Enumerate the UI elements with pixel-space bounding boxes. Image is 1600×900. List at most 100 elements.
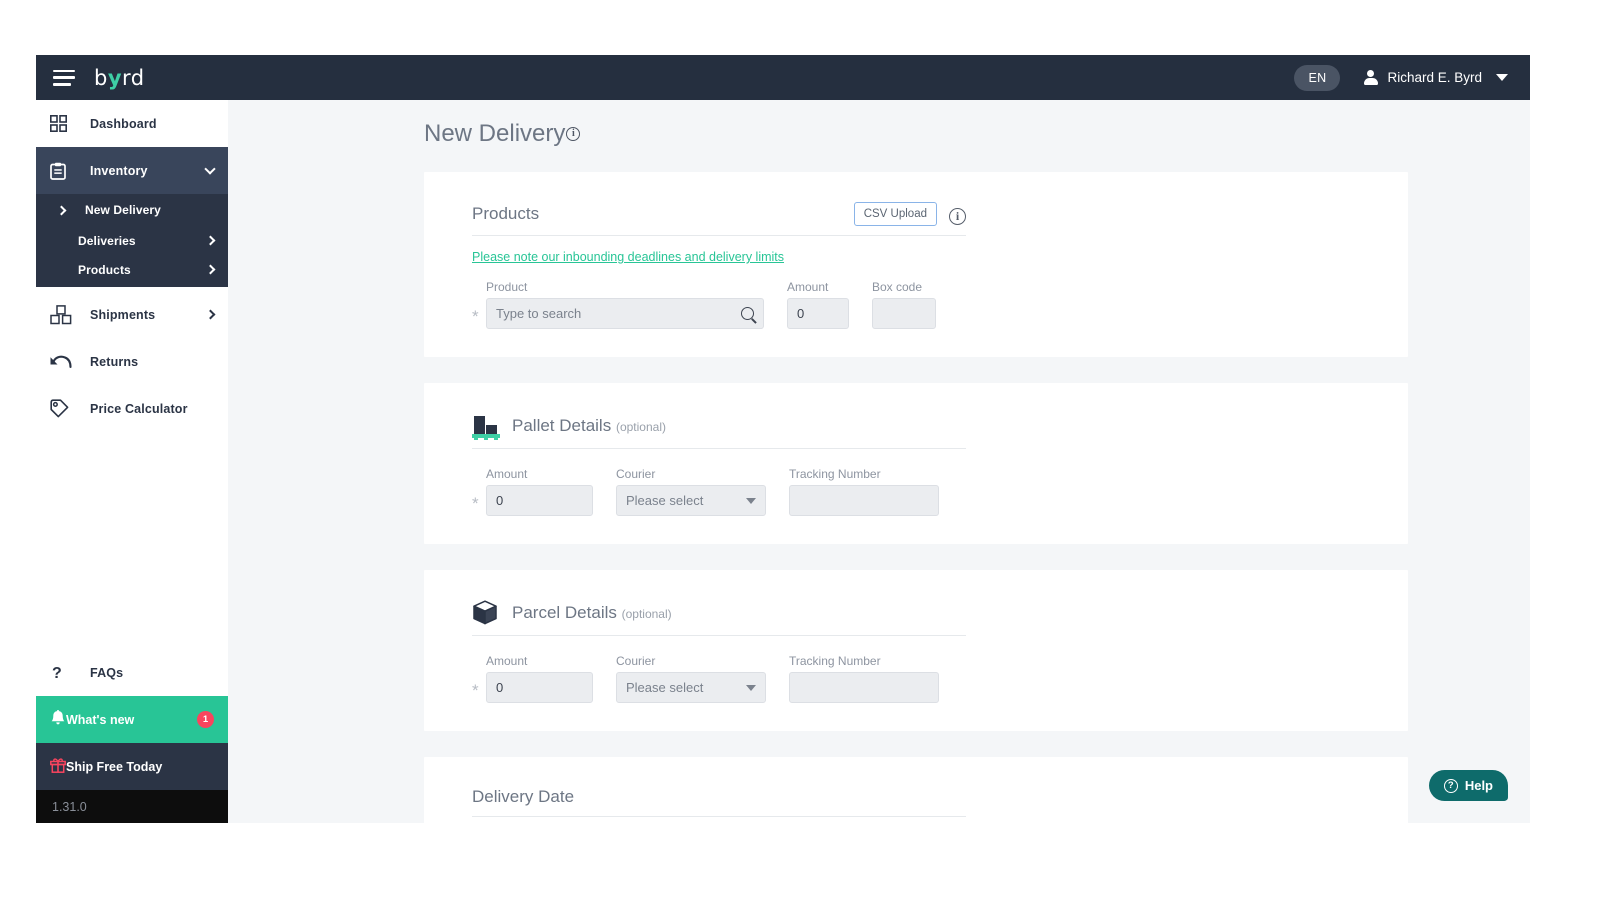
sidebar-subitem-label: Deliveries: [78, 234, 136, 248]
sidebar: Dashboard Inventory New Delivery Deliver…: [36, 100, 228, 823]
required-marker: *: [472, 308, 486, 325]
parcel-header: Parcel Details (optional): [472, 600, 966, 636]
parcel-details-card: Parcel Details (optional) * Amount 0 Cou…: [424, 570, 1408, 731]
delivery-date-header: Delivery Date: [472, 787, 966, 817]
required-marker: *: [472, 495, 486, 512]
clipboard-icon: [50, 162, 76, 180]
courier-select[interactable]: Please select: [616, 485, 766, 516]
chevron-down-icon: [746, 685, 756, 691]
required-marker: *: [472, 682, 486, 699]
brand-logo[interactable]: byrd: [94, 66, 145, 90]
boxes-icon: [50, 305, 76, 325]
pallet-heading: Pallet Details (optional): [512, 416, 666, 436]
csv-upload-button[interactable]: CSV Upload: [854, 202, 937, 226]
parcel-heading-text: Parcel Details: [512, 603, 617, 622]
pallet-header: Pallet Details (optional): [472, 413, 966, 449]
chevron-down-icon[interactable]: [206, 165, 214, 177]
sidebar-item-inventory[interactable]: Inventory: [36, 147, 228, 194]
grid-icon: [50, 115, 76, 132]
avatar-person-icon: [1363, 70, 1378, 85]
amount-input[interactable]: 0: [486, 672, 593, 703]
brand-text-before: b: [94, 66, 108, 90]
sidebar-item-shipments[interactable]: Shipments: [36, 291, 228, 338]
sidebar-item-label: Ship Free Today: [66, 760, 162, 774]
sidebar-item-faqs[interactable]: ? FAQs: [36, 649, 228, 696]
sidebar-item-label: Shipments: [90, 308, 155, 322]
pallet-tracking-field: Tracking Number: [789, 467, 939, 516]
sidebar-item-dashboard[interactable]: Dashboard: [36, 100, 228, 147]
sidebar-item-label: Dashboard: [90, 117, 157, 131]
amount-input[interactable]: 0: [787, 298, 849, 329]
page-title: New Delivery i: [424, 120, 1530, 148]
inbounding-deadlines-link[interactable]: Please note our inbounding deadlines and…: [472, 250, 784, 264]
notification-badge: 1: [197, 711, 214, 728]
courier-select-value: Please select: [626, 493, 703, 508]
product-search-placeholder: Type to search: [496, 306, 581, 321]
tracking-number-input[interactable]: [789, 485, 939, 516]
tracking-number-input[interactable]: [789, 672, 939, 703]
products-card: Products CSV Upload i Please note our in…: [424, 172, 1408, 357]
help-button-label: Help: [1465, 778, 1493, 793]
chevron-right-icon: [58, 203, 65, 217]
product-label: Product: [486, 280, 764, 294]
info-icon[interactable]: i: [949, 208, 966, 225]
chevron-down-icon: [746, 498, 756, 504]
sidebar-submenu-inventory: New Delivery Deliveries Products: [36, 194, 228, 287]
sidebar-item-new-delivery[interactable]: New Delivery: [36, 194, 228, 225]
sidebar-item-deliveries[interactable]: Deliveries: [36, 225, 228, 256]
info-icon[interactable]: i: [566, 127, 580, 141]
amount-label: Amount: [486, 467, 593, 481]
products-heading: Products: [472, 204, 539, 224]
chevron-right-icon[interactable]: [207, 311, 214, 318]
brand-text-after: rd: [122, 66, 145, 90]
question-circle-icon: ?: [1444, 779, 1458, 793]
sidebar-subitem-label: Products: [78, 263, 131, 277]
courier-label: Courier: [616, 654, 766, 668]
parcel-amount-field: Amount 0: [486, 654, 593, 703]
parcel-optional-label: (optional): [622, 607, 672, 621]
help-button[interactable]: ? Help: [1429, 770, 1508, 801]
sidebar-item-price-calculator[interactable]: Price Calculator: [36, 385, 228, 432]
tag-icon: [50, 399, 76, 418]
pallet-heading-text: Pallet Details: [512, 416, 611, 435]
sidebar-item-label: Inventory: [90, 164, 148, 178]
product-search-input[interactable]: Type to search: [486, 298, 764, 329]
page-title-text: New Delivery: [424, 120, 565, 148]
product-field-row: * Product Type to search Amount 0 Box co…: [472, 280, 1360, 329]
chevron-down-icon[interactable]: [1496, 74, 1508, 81]
search-icon[interactable]: [741, 307, 754, 320]
app-version: 1.31.0: [36, 790, 228, 823]
parcel-tracking-field: Tracking Number: [789, 654, 939, 703]
undo-arrow-icon: [50, 354, 76, 370]
svg-text:?: ?: [52, 665, 62, 682]
box-code-input[interactable]: [872, 298, 936, 329]
hamburger-menu-icon[interactable]: [53, 70, 75, 86]
gift-icon: [50, 757, 66, 776]
delivery-date-heading: Delivery Date: [472, 787, 574, 807]
parcel-heading: Parcel Details (optional): [512, 603, 672, 623]
courier-select-value: Please select: [626, 680, 703, 695]
pallet-optional-label: (optional): [616, 420, 666, 434]
pallet-details-card: Pallet Details (optional) * Amount 0 Cou…: [424, 383, 1408, 544]
amount-input[interactable]: 0: [486, 485, 593, 516]
tracking-number-label: Tracking Number: [789, 654, 939, 668]
sidebar-item-whats-new[interactable]: What's new 1: [36, 696, 228, 743]
top-bar-right: EN Richard E. Byrd: [1294, 65, 1530, 91]
sidebar-item-returns[interactable]: Returns: [36, 338, 228, 385]
sidebar-item-ship-free-today[interactable]: Ship Free Today: [36, 743, 228, 790]
pallet-amount-field: Amount 0: [486, 467, 593, 516]
parcel-courier-field: Courier Please select: [616, 654, 766, 703]
sidebar-item-label: Returns: [90, 355, 138, 369]
product-amount-field: Amount 0: [787, 280, 849, 329]
sidebar-item-label: What's new: [66, 713, 134, 727]
chevron-right-icon[interactable]: [207, 237, 214, 244]
parcel-field-row: * Amount 0 Courier Please select Trackin…: [472, 654, 1360, 703]
sidebar-subitem-label: New Delivery: [85, 203, 161, 217]
language-selector[interactable]: EN: [1294, 65, 1340, 91]
delivery-date-card: Delivery Date Between And: [424, 757, 1408, 823]
pallet-field-row: * Amount 0 Courier Please select Trackin…: [472, 467, 1360, 516]
chevron-right-icon[interactable]: [207, 266, 214, 273]
sidebar-item-products[interactable]: Products: [36, 256, 228, 287]
amount-label: Amount: [787, 280, 849, 294]
courier-select[interactable]: Please select: [616, 672, 766, 703]
